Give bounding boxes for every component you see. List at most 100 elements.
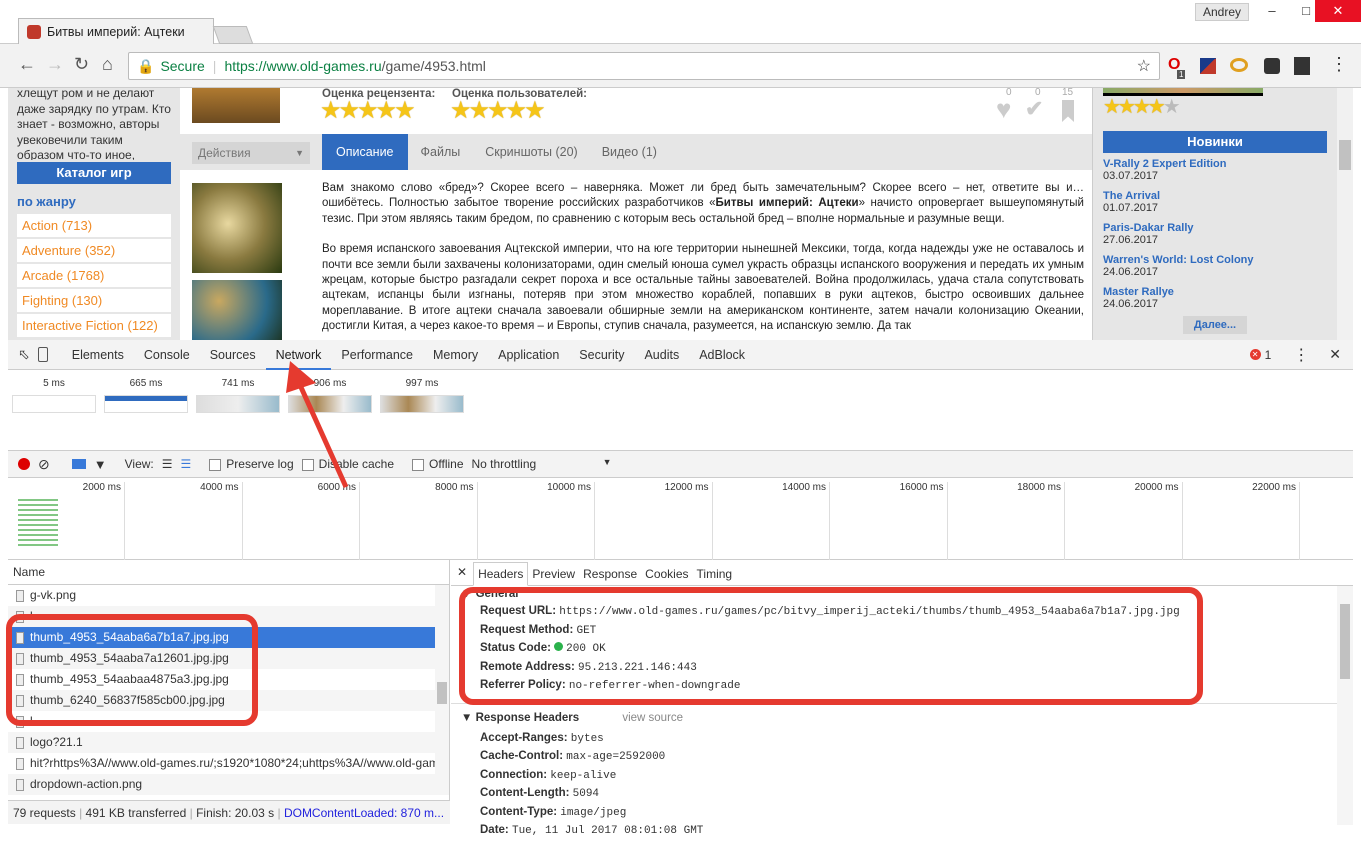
new-game-link[interactable]: Master Rallye xyxy=(1103,286,1327,298)
close-detail-icon[interactable]: ✕ xyxy=(451,565,473,585)
back-icon[interactable]: ← xyxy=(18,54,36,75)
detail-tab-preview[interactable]: Preview xyxy=(528,563,579,585)
tab-description[interactable]: Описание xyxy=(322,134,408,170)
request-row[interactable]: g-vk.png xyxy=(8,585,449,606)
header-key: Cache-Control: xyxy=(480,750,564,762)
screenshot-thumbnail[interactable] xyxy=(192,183,282,273)
devtools-tab-sources[interactable]: Sources xyxy=(200,340,266,370)
genre-heading: по жанру xyxy=(17,194,76,209)
name-column-header[interactable]: Name xyxy=(8,560,449,585)
filmstrip-frame[interactable]: 997 ms xyxy=(380,378,464,413)
detail-tab-response[interactable]: Response xyxy=(579,563,641,585)
detail-tab-timing[interactable]: Timing xyxy=(693,563,737,585)
request-row[interactable]: logo?21.1 xyxy=(8,732,449,753)
screenshot-thumbnail[interactable] xyxy=(192,280,282,340)
flag-extension-icon[interactable] xyxy=(1200,58,1216,74)
view-source-link[interactable]: view source xyxy=(622,712,683,724)
game-cover-image[interactable] xyxy=(192,88,280,123)
devtools-tab-adblock[interactable]: AdBlock xyxy=(689,340,755,370)
waterfall-view-icon[interactable]: ☰ xyxy=(181,457,192,471)
devtools-tab-memory[interactable]: Memory xyxy=(423,340,488,370)
offline-checkbox[interactable]: Offline xyxy=(412,457,464,471)
genre-fighting[interactable]: Fighting (130) xyxy=(17,288,171,312)
address-bar[interactable]: 🔒 Secure | https://www.old-games.ru /gam… xyxy=(128,52,1160,80)
frame-time: 741 ms xyxy=(221,378,255,389)
bookmarks-count: 15 xyxy=(1062,88,1074,98)
forward-icon[interactable]: → xyxy=(46,54,64,75)
list-view-icon[interactable]: ☰ xyxy=(162,457,173,471)
genre-interactive-fiction[interactable]: Interactive Fiction (122) xyxy=(17,313,171,337)
request-row[interactable]: dropdown-action.png xyxy=(8,774,449,795)
genre-arcade[interactable]: Arcade (1768) xyxy=(17,263,171,287)
throttling-dropdown[interactable]: No throttling ▼ xyxy=(472,457,612,471)
check-icon[interactable]: ✔ xyxy=(1025,96,1043,122)
devtools-tab-console[interactable]: Console xyxy=(134,340,200,370)
extension-icon[interactable] xyxy=(1264,58,1280,74)
actions-label: Действия xyxy=(198,146,251,160)
profile-button[interactable]: Andrey xyxy=(1195,3,1249,21)
detail-scrollbar[interactable] xyxy=(1337,586,1353,825)
devtools-tab-security[interactable]: Security xyxy=(569,340,634,370)
response-headers-toggle[interactable]: ▼ Response Headers view source xyxy=(451,702,1353,729)
devtools-close-icon[interactable]: ✕ xyxy=(1329,346,1341,363)
detail-tab-cookies[interactable]: Cookies xyxy=(641,563,692,585)
devtools-menu-icon[interactable]: ⋮ xyxy=(1293,345,1309,365)
actions-dropdown[interactable]: Действия ▼ xyxy=(192,142,310,164)
network-overview[interactable]: 2000 ms 4000 ms 6000 ms 8000 ms 10000 ms 1200… xyxy=(8,478,1353,560)
tab-screenshots[interactable]: Скриншоты (20) xyxy=(473,134,589,170)
record-button[interactable] xyxy=(18,458,30,470)
genre-action[interactable]: Action (713) xyxy=(17,213,171,237)
user-stars[interactable]: ★★★★★ xyxy=(450,96,546,125)
tab-video[interactable]: Видео (1) xyxy=(590,134,669,170)
main-content: Оценка рецензента: ★★★★★ Оценка пользова… xyxy=(180,88,1092,340)
clear-icon[interactable]: ⊘ xyxy=(38,456,50,473)
page-scrollbar[interactable] xyxy=(1337,88,1353,340)
tab-files[interactable]: Файлы xyxy=(408,134,474,170)
new-game-link[interactable]: V-Rally 2 Expert Edition xyxy=(1103,158,1327,170)
home-icon[interactable]: ⌂ xyxy=(102,54,113,75)
header-row: Cache-Control: max-age=2592000 xyxy=(451,747,1353,766)
device-toolbar-icon[interactable] xyxy=(37,347,48,362)
filter-icon[interactable]: ▼ xyxy=(94,457,107,472)
film-extension-icon[interactable] xyxy=(1294,57,1310,75)
devtools-tab-application[interactable]: Application xyxy=(488,340,569,370)
filmstrip-frame[interactable]: 665 ms xyxy=(104,378,188,413)
request-list-scrollbar[interactable] xyxy=(435,585,449,775)
new-game-link[interactable]: The Arrival xyxy=(1103,190,1327,202)
reload-icon[interactable]: ↻ xyxy=(74,54,89,75)
header-key: Connection: xyxy=(480,768,548,781)
ring-extension-icon[interactable] xyxy=(1230,58,1248,72)
devtools-tab-elements[interactable]: Elements xyxy=(62,340,134,370)
secure-label: Secure xyxy=(160,58,205,74)
browser-tab[interactable]: Битвы империй: Ацтеки xyxy=(18,18,214,45)
genre-adventure[interactable]: Adventure (352) xyxy=(17,238,171,262)
filmstrip-frame[interactable]: 741 ms xyxy=(196,378,280,413)
header-value: image/jpeg xyxy=(560,806,627,819)
bookmark-star-icon[interactable]: ☆ xyxy=(1137,56,1151,76)
bookmark-icon[interactable] xyxy=(1062,100,1074,122)
detail-tab-headers[interactable]: Headers xyxy=(473,562,529,586)
heart-icon[interactable]: ♥ xyxy=(996,94,1011,125)
header-value: max-age=2592000 xyxy=(566,751,666,763)
catalog-button[interactable]: Каталог игр xyxy=(17,162,171,184)
timeline-tick: 12000 ms xyxy=(596,482,713,560)
error-icon[interactable]: ✕ xyxy=(1249,349,1261,360)
header-value: 5094 xyxy=(572,788,600,800)
error-count[interactable]: 1 xyxy=(1265,348,1272,362)
file-icon xyxy=(16,736,24,749)
new-game-link[interactable]: Warren's World: Lost Colony xyxy=(1103,254,1327,266)
menu-icon[interactable]: ⋮ xyxy=(1330,54,1348,75)
network-summary: 79 requests | 491 KB transferred | Finis… xyxy=(8,800,450,824)
file-icon xyxy=(16,589,24,602)
filmstrip-frame[interactable]: 5 ms xyxy=(12,378,96,413)
minimize-button[interactable]: – xyxy=(1253,0,1291,22)
request-name: hit?rhttps%3A//www.old-games.ru/;s1920*1… xyxy=(30,756,449,770)
screenshot-capture-icon[interactable] xyxy=(71,459,86,469)
new-game-link[interactable]: Paris-Dakar Rally xyxy=(1103,222,1327,234)
inspect-element-icon[interactable]: ⬁ xyxy=(18,346,30,363)
new-tab-button[interactable] xyxy=(212,26,254,44)
devtools-tab-audits[interactable]: Audits xyxy=(634,340,689,370)
close-window-button[interactable]: ✕ xyxy=(1315,0,1361,22)
more-button[interactable]: Далее... xyxy=(1183,316,1247,334)
request-row[interactable]: hit?rhttps%3A//www.old-games.ru/;s1920*1… xyxy=(8,753,449,774)
